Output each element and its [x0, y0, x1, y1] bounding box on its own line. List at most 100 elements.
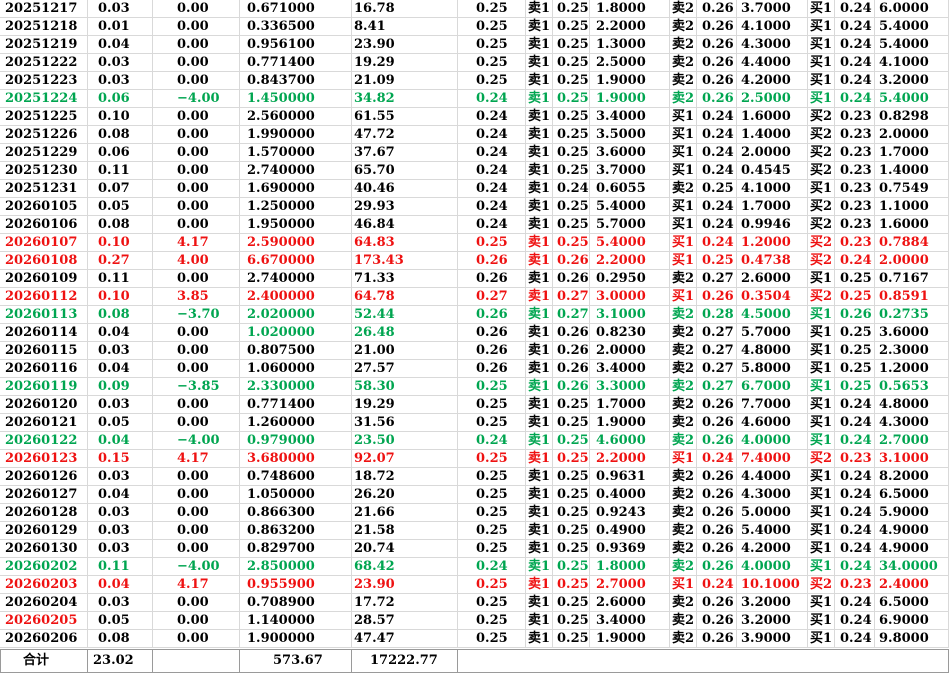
- cell-date: 20260115: [0, 342, 88, 360]
- cell-level3-volume: 9.8000: [875, 630, 949, 648]
- cell-change-pct: 0.00: [153, 108, 240, 126]
- cell-turnover-rate: 0.11: [88, 558, 153, 576]
- cell-level3-price: 0.23: [835, 144, 875, 162]
- cell-amount: 23.50: [352, 432, 458, 450]
- cell-level1-price: 0.25: [553, 432, 590, 450]
- cell-level3-label: 买2: [808, 450, 835, 468]
- cell-level1-label: 卖1: [526, 144, 553, 162]
- cell-level3-price: 0.24: [835, 18, 875, 36]
- cell-level3-volume: 6.9000: [875, 612, 949, 630]
- cell-date: 20251222: [0, 54, 88, 72]
- table-row: 20260112 0.10 3.85 2.400000 64.78 0.27 卖1 0.27 3…: [0, 288, 949, 306]
- cell-close-price: 0.25: [458, 468, 526, 486]
- cell-level2-label: 卖2: [670, 522, 697, 540]
- cell-level3-price: 0.24: [835, 468, 875, 486]
- cell-level3-label: 买1: [808, 180, 835, 198]
- cell-level2-price: 0.24: [697, 450, 737, 468]
- cell-level2-volume: 4.4000: [737, 54, 808, 72]
- cell-level2-price: 0.24: [697, 162, 737, 180]
- cell-date: 20260204: [0, 594, 88, 612]
- cell-level3-volume: 2.3000: [875, 342, 949, 360]
- cell-level1-price: 0.26: [553, 252, 590, 270]
- cell-level1-label: 卖1: [526, 162, 553, 180]
- cell-level3-price: 0.24: [835, 0, 875, 18]
- table-row: 20260130 0.03 0.00 0.829700 20.74 0.25 卖1 0.25 0…: [0, 540, 949, 558]
- cell-close-price: 0.25: [458, 396, 526, 414]
- cell-level2-price: 0.26: [697, 72, 737, 90]
- table-row: 20260116 0.04 0.00 1.060000 27.57 0.26 卖1 0.26 3…: [0, 360, 949, 378]
- cell-turnover-rate: 0.04: [88, 486, 153, 504]
- cell-volume: 0.979000: [240, 432, 352, 450]
- cell-level3-price: 0.24: [835, 90, 875, 108]
- cell-level1-label: 卖1: [526, 288, 553, 306]
- cell-level3-label: 买2: [808, 108, 835, 126]
- cell-date: 20260119: [0, 378, 88, 396]
- cell-level3-label: 买2: [808, 576, 835, 594]
- cell-level2-volume: 5.7000: [737, 324, 808, 342]
- cell-volume: 1.950000: [240, 216, 352, 234]
- cell-level2-volume: 3.9000: [737, 630, 808, 648]
- cell-level3-label: 买1: [808, 468, 835, 486]
- table-row: 20260129 0.03 0.00 0.863200 21.58 0.25 卖1 0.25 0…: [0, 522, 949, 540]
- cell-level2-label: 卖2: [670, 468, 697, 486]
- cell-amount: 21.58: [352, 522, 458, 540]
- cell-level3-price: 0.24: [835, 630, 875, 648]
- cell-close-price: 0.25: [458, 540, 526, 558]
- cell-close-price: 0.26: [458, 360, 526, 378]
- cell-amount: 21.09: [352, 72, 458, 90]
- cell-level3-price: 0.23: [835, 234, 875, 252]
- cell-date: 20260127: [0, 486, 88, 504]
- cell-date: 20260122: [0, 432, 88, 450]
- cell-level2-volume: 4.6000: [737, 414, 808, 432]
- cell-close-price: 0.24: [458, 162, 526, 180]
- cell-date: 20260121: [0, 414, 88, 432]
- cell-date: 20251229: [0, 144, 88, 162]
- cell-level2-volume: 1.4000: [737, 126, 808, 144]
- cell-close-price: 0.25: [458, 72, 526, 90]
- cell-level3-price: 0.24: [835, 432, 875, 450]
- cell-date: 20260113: [0, 306, 88, 324]
- cell-level3-volume: 0.5653: [875, 378, 949, 396]
- cell-date: 20260120: [0, 396, 88, 414]
- cell-level3-label: 买1: [808, 414, 835, 432]
- cell-close-price: 0.25: [458, 18, 526, 36]
- cell-level2-label: 卖2: [670, 504, 697, 522]
- cell-amount: 23.90: [352, 576, 458, 594]
- cell-level2-price: 0.24: [697, 198, 737, 216]
- cell-level3-volume: 4.3000: [875, 414, 949, 432]
- cell-level3-volume: 1.4000: [875, 162, 949, 180]
- cell-level3-volume: 4.8000: [875, 396, 949, 414]
- cell-level2-volume: 4.1000: [737, 180, 808, 198]
- cell-volume: 0.829700: [240, 540, 352, 558]
- table-row: 20260107 0.10 4.17 2.590000 64.83 0.25 卖1 0.25 5…: [0, 234, 949, 252]
- cell-volume: 0.956100: [240, 36, 352, 54]
- cell-close-price: 0.26: [458, 252, 526, 270]
- cell-turnover-rate: 0.03: [88, 54, 153, 72]
- cell-date: 20260106: [0, 216, 88, 234]
- cell-amount: 34.82: [352, 90, 458, 108]
- cell-level3-volume: 0.7167: [875, 270, 949, 288]
- cell-level2-volume: 6.7000: [737, 378, 808, 396]
- cell-amount: 21.00: [352, 342, 458, 360]
- table-row: 20260109 0.11 0.00 2.740000 71.33 0.26 卖1 0.26 0…: [0, 270, 949, 288]
- cell-level2-volume: 4.5000: [737, 306, 808, 324]
- cell-level1-volume: 5.4000: [590, 198, 670, 216]
- cell-level2-label: 卖2: [670, 324, 697, 342]
- cell-level3-label: 买2: [808, 162, 835, 180]
- cell-level2-label: 卖2: [670, 90, 697, 108]
- cell-volume: 1.020000: [240, 324, 352, 342]
- cell-change-pct: 0.00: [153, 342, 240, 360]
- cell-volume: 0.843700: [240, 72, 352, 90]
- cell-level1-volume: 3.4000: [590, 360, 670, 378]
- cell-level2-price: 0.26: [697, 630, 737, 648]
- cell-change-pct: −4.00: [153, 432, 240, 450]
- cell-level2-price: 0.25: [697, 252, 737, 270]
- spreadsheet-screen: { "colors": {"normal":"#000000","up":"#e…: [0, 0, 949, 675]
- cell-close-price: 0.25: [458, 378, 526, 396]
- cell-level2-price: 0.24: [697, 576, 737, 594]
- cell-turnover-rate: 0.04: [88, 432, 153, 450]
- cell-level3-volume: 2.0000: [875, 252, 949, 270]
- cell-amount: 92.07: [352, 450, 458, 468]
- cell-amount: 46.84: [352, 216, 458, 234]
- cell-date: 20260116: [0, 360, 88, 378]
